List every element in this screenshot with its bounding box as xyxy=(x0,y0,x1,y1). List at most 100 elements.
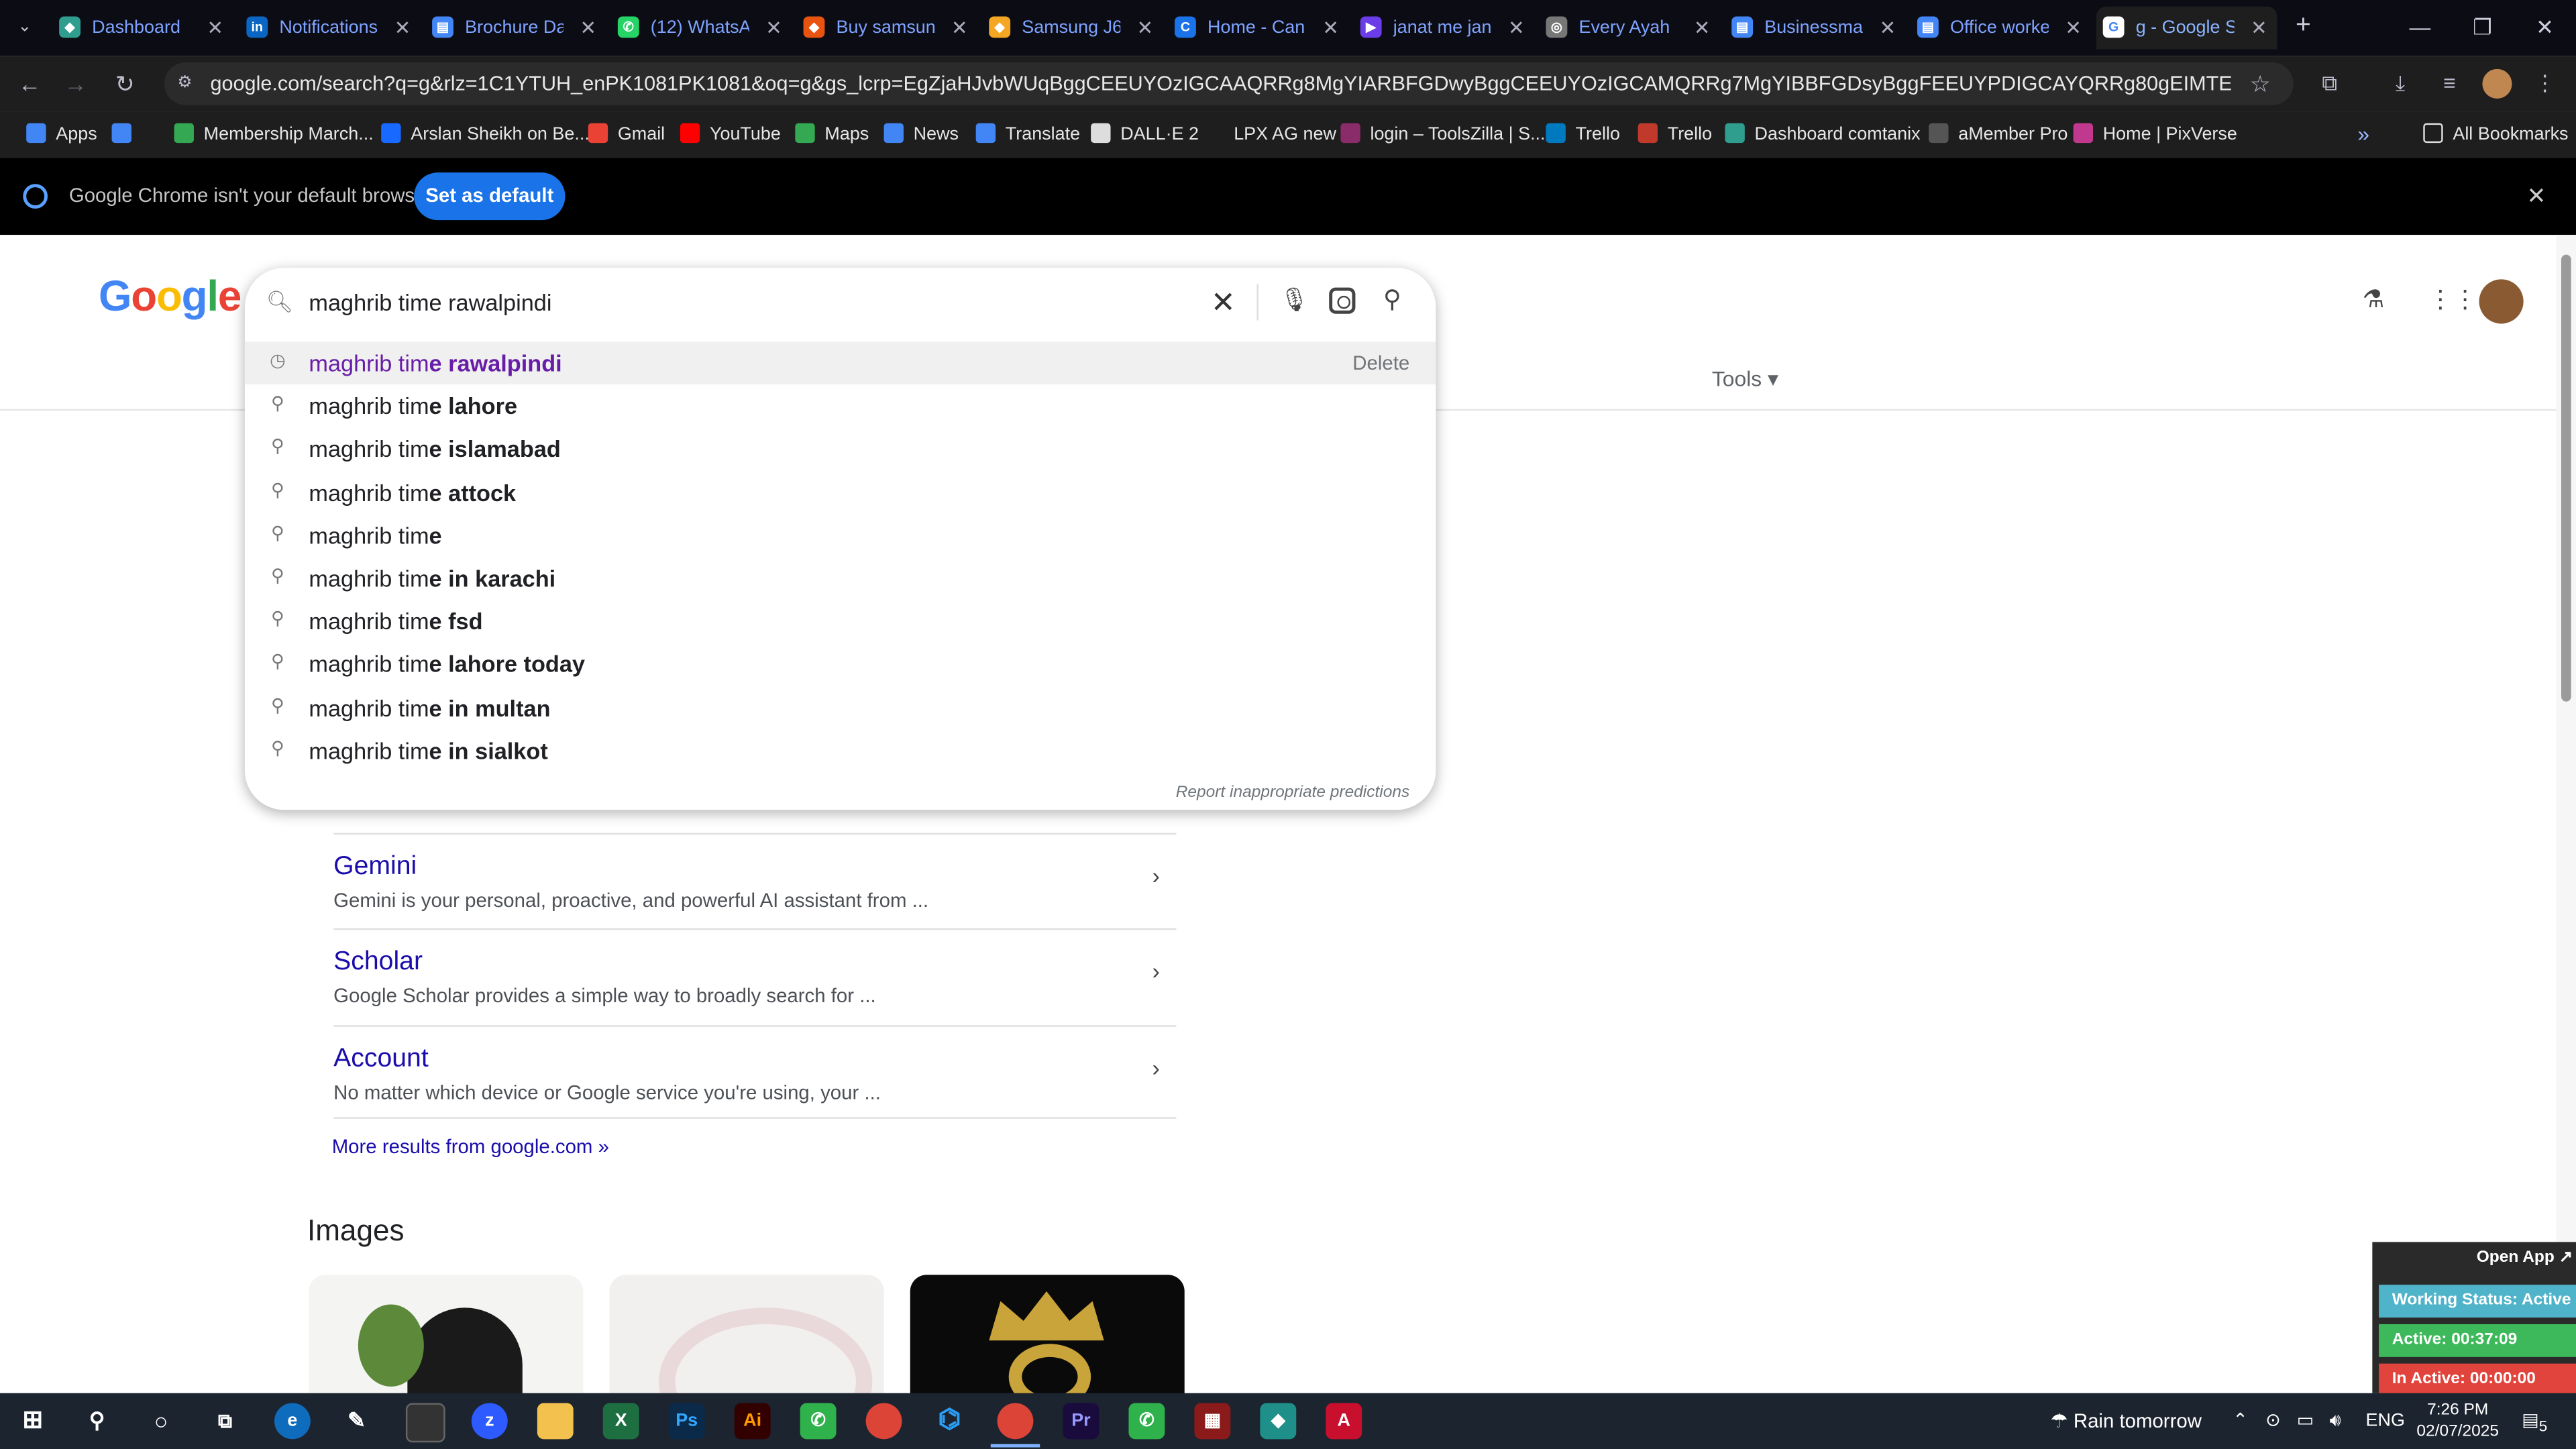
restore-button[interactable]: ❐ xyxy=(2451,0,2514,56)
tools-button[interactable]: Tools ▾ xyxy=(1712,366,1778,392)
browser-tab[interactable]: ◆ Samsung J6 ✕ xyxy=(983,7,1163,50)
chrome-active-icon[interactable] xyxy=(997,1403,1034,1440)
network-icon[interactable]: ▭ xyxy=(2297,1393,2314,1449)
bookmark-item[interactable]: Gmail xyxy=(588,112,665,158)
browser-tab[interactable]: Gg - Google S ✕ xyxy=(2096,6,2277,50)
bookmark-item[interactable]: Translate xyxy=(975,112,1080,158)
tab-close-icon[interactable]: ✕ xyxy=(580,7,596,50)
forward-button[interactable]: → xyxy=(59,67,92,100)
bookmark-item[interactable]: Arslan Sheikh on Be... xyxy=(381,112,590,158)
suggestion-item[interactable]: ⚲ maghrib time in sialkot xyxy=(245,729,1436,772)
close-window-button[interactable]: ✕ xyxy=(2514,0,2576,56)
open-app-link[interactable]: Open App ↗ xyxy=(2477,1242,2573,1275)
account-avatar[interactable] xyxy=(2479,279,2524,324)
new-tab-button[interactable]: + xyxy=(2287,7,2320,46)
suggestion-item[interactable]: ⚲ maghrib time fsd xyxy=(245,600,1436,643)
set-as-default-button[interactable]: Set as default xyxy=(414,172,566,221)
phone-app-2-icon[interactable]: ✆ xyxy=(1128,1403,1165,1440)
vscode-icon[interactable]: ⌬ xyxy=(932,1403,968,1439)
site-info-icon[interactable]: ⚙ xyxy=(177,72,200,95)
reload-button[interactable]: ↻ xyxy=(109,67,142,100)
result-title[interactable]: Account xyxy=(333,1045,429,1075)
browser-tab[interactable]: ✆ (12) WhatsA ✕ xyxy=(611,7,792,50)
suggestion-item[interactable]: ⚲ maghrib time islamabad xyxy=(245,428,1436,471)
downloads-icon[interactable]: ⤓ xyxy=(2385,69,2415,99)
image-result-2[interactable] xyxy=(609,1275,884,1407)
tab-close-icon[interactable]: ✕ xyxy=(2251,7,2267,50)
chrome-taskbar-icon[interactable] xyxy=(865,1403,902,1440)
browser-tab[interactable]: ▤ Businessman ✕ xyxy=(1725,7,1905,50)
delete-suggestion-button[interactable]: Delete xyxy=(1352,341,1409,384)
zoom-icon[interactable]: z xyxy=(471,1403,508,1440)
volume-icon[interactable]: 🔊︎ xyxy=(2330,1393,2341,1449)
illustrator-icon[interactable]: Ai xyxy=(734,1403,771,1440)
bookmark-item[interactable]: Membership March... xyxy=(174,112,374,158)
acrobat-icon[interactable]: A xyxy=(1326,1403,1362,1440)
browser-tab[interactable]: ▤ Office worker ✕ xyxy=(1911,7,2091,50)
pen-tool-icon[interactable]: ✎ xyxy=(338,1403,374,1439)
show-hidden-icons[interactable]: ⌃ xyxy=(2233,1393,2248,1449)
tab-close-icon[interactable]: ✕ xyxy=(207,7,223,50)
tab-close-icon[interactable]: ✕ xyxy=(394,7,411,50)
tab-close-icon[interactable]: ✕ xyxy=(1137,7,1154,50)
suggestion-item[interactable]: ⚲ maghrib time attock xyxy=(245,471,1436,514)
browser-tab[interactable]: in Notifications ✕ xyxy=(240,7,421,50)
bookmark-item[interactable] xyxy=(111,112,142,158)
chevron-right-icon[interactable]: › xyxy=(1152,863,1160,889)
extensions-icon[interactable]: ⧉ xyxy=(2315,69,2345,99)
clear-search-icon[interactable]: ✕ xyxy=(1211,268,1236,337)
back-button[interactable]: ← xyxy=(13,67,46,100)
url-text[interactable]: google.com/search?q=g&rlz=1C1YTUH_enPK10… xyxy=(210,62,2231,105)
sitelink-result[interactable]: Gemini Gemini is your personal, proactive… xyxy=(333,833,1177,930)
diamond-app-icon[interactable]: ◆ xyxy=(1260,1403,1297,1440)
labs-flask-icon[interactable]: ⚗ xyxy=(2363,284,2392,314)
profile-avatar[interactable] xyxy=(2482,68,2512,99)
browser-tab[interactable]: ◆ Dashboard ✕ xyxy=(52,7,233,50)
search-input[interactable]: maghrib time rawalpindi xyxy=(309,268,551,337)
scrollbar-thumb[interactable] xyxy=(2561,254,2571,702)
bookmarks-overflow-icon[interactable]: » xyxy=(2357,112,2369,158)
google-logo[interactable]: Google xyxy=(99,271,241,322)
suggestion-item[interactable]: ⚲ maghrib time in multan xyxy=(245,686,1436,729)
more-results-link[interactable]: More results from google.com » xyxy=(332,1135,609,1158)
suggestion-item[interactable]: ⚲ maghrib time lahore xyxy=(245,385,1436,428)
excel-icon[interactable]: X xyxy=(602,1403,639,1440)
image-result-1[interactable] xyxy=(309,1275,584,1407)
all-bookmarks-button[interactable]: All Bookmarks xyxy=(2423,112,2569,158)
system-clock[interactable]: 7:26 PM 02/07/2025 xyxy=(2408,1400,2507,1443)
taskbar-search-icon[interactable]: ⚲ xyxy=(79,1403,115,1439)
bookmark-item[interactable]: YouTube xyxy=(680,112,781,158)
suggestion-item[interactable]: ◷ maghrib time rawalpindi Delete xyxy=(244,341,1436,385)
photoshop-icon[interactable]: Ps xyxy=(668,1403,705,1440)
suggestion-item[interactable]: ⚲ maghrib time in karachi xyxy=(245,557,1436,600)
page-scrollbar[interactable] xyxy=(2556,235,2576,1393)
tab-close-icon[interactable]: ✕ xyxy=(1322,7,1339,50)
suggestion-item[interactable]: ⚲ maghrib time xyxy=(245,514,1436,557)
notifications-icon[interactable]: ▤5 xyxy=(2522,1393,2547,1449)
terminal-icon[interactable] xyxy=(405,1403,445,1443)
result-title[interactable]: Scholar xyxy=(333,948,423,977)
edge-icon[interactable]: e xyxy=(274,1403,311,1440)
language-indicator[interactable]: ENG xyxy=(2366,1393,2405,1449)
google-apps-icon[interactable]: ⋮⋮⋮ xyxy=(2428,284,2502,314)
tab-close-icon[interactable]: ✕ xyxy=(1694,7,1711,50)
minimize-button[interactable]: — xyxy=(2389,0,2451,56)
weather-widget[interactable]: ☂ Rain tomorrow xyxy=(2050,1393,2202,1449)
bookmark-item[interactable]: LPX AG new xyxy=(1204,112,1336,158)
sitelink-result[interactable]: Scholar Google Scholar provides a simple … xyxy=(333,928,1177,1025)
browser-tab[interactable]: C Home - Can ✕ xyxy=(1168,7,1348,50)
windows-start-icon[interactable]: ⊞ xyxy=(15,1403,51,1439)
google-lens-icon[interactable] xyxy=(1329,287,1356,314)
sitelink-result[interactable]: Account No matter which device or Google … xyxy=(333,1025,1177,1122)
file-explorer-icon[interactable] xyxy=(537,1403,574,1440)
phone-app-icon[interactable]: ✆ xyxy=(800,1403,837,1440)
bookmark-star-icon[interactable]: ☆ xyxy=(2250,62,2271,105)
chevron-right-icon[interactable]: › xyxy=(1152,1055,1160,1081)
tab-close-icon[interactable]: ✕ xyxy=(2065,7,2082,50)
bookmark-item[interactable]: Apps xyxy=(26,112,97,158)
image-result-3[interactable] xyxy=(910,1275,1185,1407)
search-submit-icon[interactable]: ⚲ xyxy=(1383,284,1413,317)
task-view-icon[interactable]: ⧉ xyxy=(207,1403,244,1439)
browser-tab[interactable]: ▶ janat me jan ✕ xyxy=(1354,7,1534,50)
bookmark-item[interactable]: login – ToolsZilla | S... xyxy=(1340,112,1546,158)
